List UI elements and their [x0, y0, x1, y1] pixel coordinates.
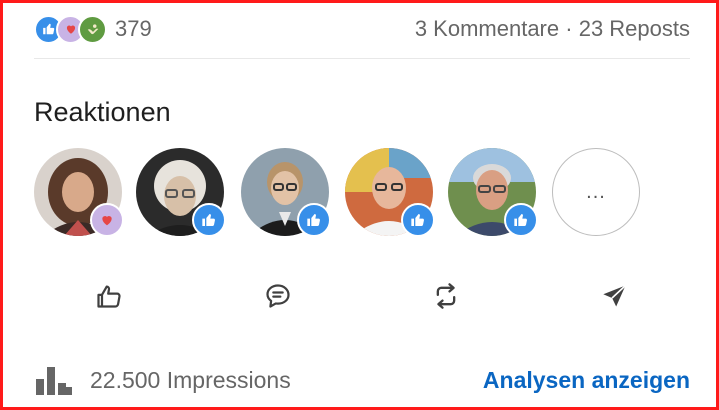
divider	[34, 58, 690, 59]
comments-reposts-meta: 3 Kommentare · 23 Reposts	[415, 16, 690, 42]
support-icon	[78, 14, 107, 44]
like-icon	[297, 203, 331, 237]
repost-button[interactable]	[371, 272, 521, 320]
view-analytics-link[interactable]: Analysen anzeigen	[483, 367, 690, 394]
send-icon	[603, 284, 627, 307]
reactions-heading: Reaktionen	[34, 97, 171, 127]
like-button[interactable]	[34, 272, 184, 320]
reactor-avatar[interactable]	[241, 148, 331, 237]
meta-separator: ·	[565, 16, 573, 41]
reactor-avatar[interactable]	[34, 148, 124, 237]
more-reactors-button[interactable]: ...	[552, 148, 640, 236]
reposts-count-link[interactable]: 23 Reposts	[579, 16, 690, 41]
like-outline-icon	[97, 285, 121, 308]
like-icon	[192, 203, 226, 237]
footer-row: 22.500 Impressions Analysen anzeigen	[34, 360, 690, 400]
reactor-avatar[interactable]	[345, 148, 435, 237]
comment-icon	[266, 284, 290, 308]
love-icon	[90, 203, 124, 237]
reactions-summary[interactable]: 379	[34, 14, 152, 44]
impressions-count: 22.500 Impressions	[90, 366, 291, 393]
comment-button[interactable]	[203, 272, 353, 320]
reactor-avatar[interactable]	[136, 148, 226, 237]
social-counts-row: 379 3 Kommentare · 23 Reposts	[34, 12, 690, 46]
like-icon	[401, 203, 435, 237]
reaction-icon-stack	[34, 14, 107, 44]
repost-icon	[436, 283, 456, 309]
action-bar	[34, 272, 690, 320]
bar-chart-icon	[36, 367, 72, 395]
like-icon	[504, 203, 538, 237]
reaction-count: 379	[115, 16, 152, 41]
send-button[interactable]	[540, 272, 690, 320]
comments-count-link[interactable]: 3 Kommentare	[415, 16, 559, 41]
reactor-avatar[interactable]	[448, 148, 538, 237]
impressions-info: 22.500 Impressions	[34, 363, 291, 397]
